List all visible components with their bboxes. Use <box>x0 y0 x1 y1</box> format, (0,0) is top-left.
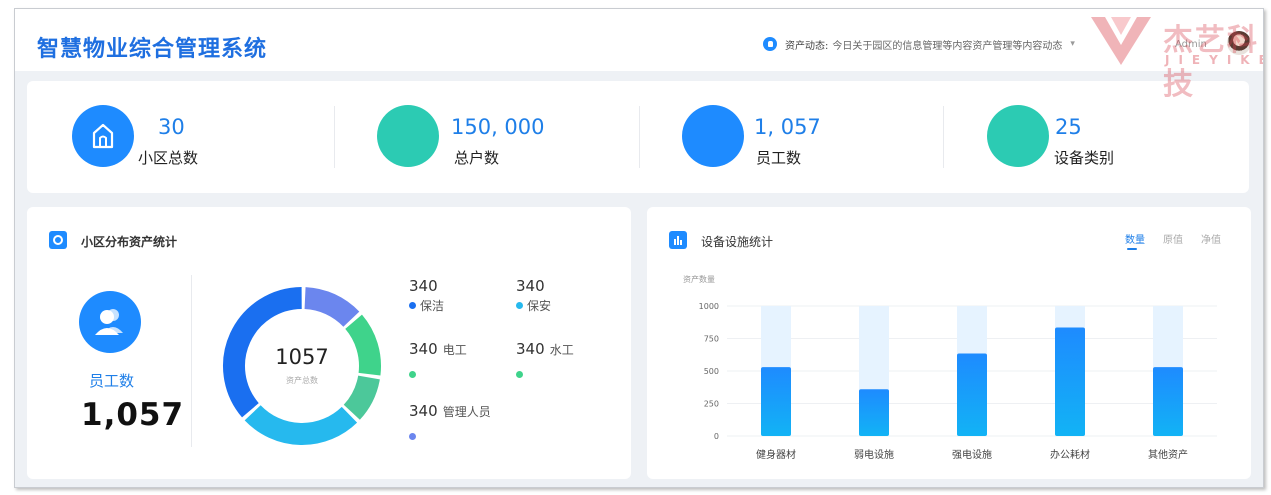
legend-dot <box>516 371 523 378</box>
stat-icon-circle <box>72 105 134 167</box>
bar[interactable] <box>1153 367 1183 436</box>
x-tick-label: 办公耗材 <box>1050 448 1090 461</box>
stat-label: 员工数 <box>756 149 802 167</box>
legend-name: 水工 <box>549 343 574 357</box>
watermark-subtext: JIEYIKEJI <box>1165 53 1263 67</box>
x-tick-label: 其他资产 <box>1148 448 1188 461</box>
stat-value: 150, 000 <box>451 115 545 139</box>
staff-label: 员工数 <box>89 372 135 390</box>
equipment-stats-panel: 设备设施统计 数量 原值 净值 资产数量 0 250 500 750 1000 健身器材 弱电… <box>647 207 1251 479</box>
users-icon <box>95 309 123 335</box>
y-tick-label: 500 <box>704 367 719 376</box>
stat-icon-circle <box>987 105 1049 167</box>
stats-card: 30 小区总数 150, 000 总户数 1, 057 员工数 25 设备类别 <box>27 81 1249 193</box>
notice-text[interactable]: 今日关于园区的信息管理等内容资产管理等内容动态 <box>832 37 1062 52</box>
stat-label: 设备类别 <box>1054 149 1115 167</box>
legend-dot <box>516 302 523 309</box>
pie-icon <box>49 231 67 249</box>
donut-total: 1057 <box>275 345 329 369</box>
legend-name: 保安 <box>527 299 552 313</box>
watermark-logo <box>1091 17 1151 65</box>
donut-segment[interactable] <box>244 404 358 445</box>
divider <box>191 275 192 447</box>
legend-value: 340 <box>409 277 438 295</box>
home-icon <box>92 123 114 149</box>
legend-item-plumber: 340 水工 <box>516 339 574 383</box>
bar[interactable] <box>761 367 791 436</box>
legend-item-electrician: 340 电工 <box>409 339 467 383</box>
x-tick-label: 强电设施 <box>952 448 992 461</box>
legend-value: 340 <box>516 277 545 295</box>
notice-bar[interactable]: 资产动态: 今日关于园区的信息管理等内容资产管理等内容动态 ▾ <box>763 33 1138 55</box>
asset-donut-chart: 1057 资产总数 <box>217 281 387 451</box>
legend-name: 保洁 <box>420 299 445 313</box>
staff-icon-circle <box>79 291 141 353</box>
x-tick-label: 健身器材 <box>756 448 796 461</box>
legend-name: 电工 <box>442 343 467 357</box>
stat-icon-circle <box>682 105 744 167</box>
legend-value: 340 <box>409 340 438 358</box>
legend-item-security: 340 保安 <box>516 277 551 314</box>
stat-label: 小区总数 <box>138 149 199 167</box>
legend-item-cleaning: 340 保洁 <box>409 277 444 314</box>
donut-segment[interactable] <box>304 287 360 328</box>
asset-distribution-panel: 小区分布资产统计 员工数 1,057 1057 资产总数 340 保洁 340 … <box>27 207 631 479</box>
equipment-bar-chart: 资产数量 0 250 500 750 1000 健身器材 弱电设施 强电设施 办公耗材 其他资产 <box>683 274 1217 461</box>
stat-value: 25 <box>1055 115 1082 139</box>
bell-icon <box>763 37 777 51</box>
y-tick-label: 750 <box>704 335 719 344</box>
stat-employees: 1, 057 员工数 <box>637 81 942 193</box>
staff-value: 1,057 <box>81 397 185 433</box>
legend-dot <box>409 371 416 378</box>
panel-title: 小区分布资产统计 <box>81 235 178 249</box>
legend-item-managers: 340 管理人员 <box>409 401 491 445</box>
app-title: 智慧物业综合管理系统 <box>37 37 268 62</box>
y-tick-label: 250 <box>704 400 719 409</box>
stat-value: 30 <box>158 115 185 139</box>
stat-communities: 30 小区总数 <box>27 81 332 193</box>
y-tick-label: 0 <box>714 432 719 441</box>
legend-dot <box>409 433 416 440</box>
legend-dot <box>409 302 416 309</box>
bar[interactable] <box>1055 327 1085 436</box>
stat-value: 1, 057 <box>754 115 821 139</box>
bar[interactable] <box>957 353 987 436</box>
stat-label: 总户数 <box>454 149 500 167</box>
top-header: 智慧物业综合管理系统 资产动态: 今日关于园区的信息管理等内容资产管理等内容动态… <box>15 9 1263 71</box>
y-axis-title: 资产数量 <box>683 274 715 284</box>
x-tick-label: 弱电设施 <box>854 448 894 461</box>
legend-value: 340 <box>516 340 545 358</box>
legend-value: 340 <box>409 402 438 420</box>
chevron-down-icon[interactable]: ▾ <box>1070 39 1075 49</box>
page-frame: 智慧物业综合管理系统 资产动态: 今日关于园区的信息管理等内容资产管理等内容动态… <box>14 8 1264 488</box>
bar[interactable] <box>859 389 889 436</box>
legend-name: 管理人员 <box>442 405 491 419</box>
donut-total-label: 资产总数 <box>286 376 318 385</box>
notice-label: 资产动态: <box>785 40 829 52</box>
stat-households: 150, 000 总户数 <box>332 81 637 193</box>
stat-icon-circle <box>377 105 439 167</box>
y-tick-label: 1000 <box>699 302 719 311</box>
